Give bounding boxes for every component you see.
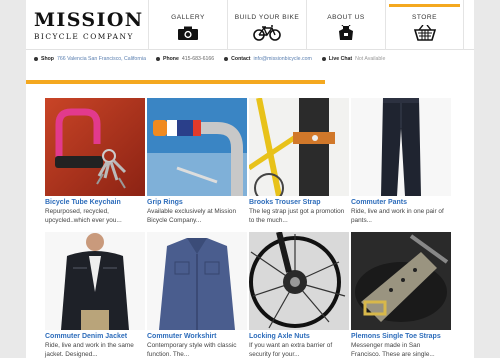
nav-about-label: ABOUT US xyxy=(327,14,365,21)
product-card[interactable]: Commuter Pants Ride, live and work in on… xyxy=(351,98,451,225)
basket-icon xyxy=(413,25,436,41)
bicycle-icon xyxy=(253,25,281,41)
product-title[interactable]: Brooks Trouser Strap xyxy=(249,199,349,206)
shop-info: Shop 766 Valencia San Francisco, Califor… xyxy=(34,56,146,62)
nav-store-label: STORE xyxy=(411,14,438,21)
product-image-pants[interactable] xyxy=(351,98,451,196)
shop-address-link[interactable]: 766 Valencia San Francisco, California xyxy=(57,56,146,62)
mail-icon xyxy=(224,57,229,61)
contact-email-link[interactable]: info@missionbicycle.com xyxy=(253,56,311,62)
product-description: Ride, live and work in one pair of pants… xyxy=(351,208,444,224)
product-image-toe-straps[interactable] xyxy=(351,232,451,330)
product-image-denim-jacket[interactable] xyxy=(45,232,145,330)
section-divider xyxy=(26,80,325,84)
nav-about-us[interactable]: ABOUT US xyxy=(306,0,385,50)
chat-icon xyxy=(321,57,326,61)
phone-info: Phone 415-683-6166 xyxy=(155,56,215,62)
logo[interactable]: MISSION BICYCLE COMPANY xyxy=(34,10,150,46)
product-image-keychain[interactable] xyxy=(45,98,145,196)
info-bar: Shop 766 Valencia San Francisco, Califor… xyxy=(26,52,474,66)
product-title[interactable]: Plemons Single Toe Straps xyxy=(351,333,451,340)
product-description: Ride, live and work in the same jacket. … xyxy=(45,342,134,358)
nav-build-your-bike[interactable]: BUILD YOUR BIKE xyxy=(227,0,306,50)
product-card[interactable]: Plemons Single Toe Straps Messenger made… xyxy=(351,232,451,358)
product-card[interactable]: Locking Axle Nuts If you want an extra b… xyxy=(249,232,349,358)
product-description: Available exclusively at Mission Bicycle… xyxy=(147,208,237,224)
product-description: Messenger made in San Francisco. These a… xyxy=(351,342,435,358)
product-title[interactable]: Commuter Denim Jacket xyxy=(45,333,145,340)
product-description: If you want an extra barrier of security… xyxy=(249,342,333,358)
nav-gallery-label: GALLERY xyxy=(171,14,205,21)
nav-gallery[interactable]: GALLERY xyxy=(148,0,227,50)
location-icon xyxy=(34,57,38,61)
product-image-trouser-strap[interactable] xyxy=(249,98,349,196)
header: MISSION BICYCLE COMPANY GALLERY BUILD YO… xyxy=(26,0,474,50)
product-image-grip-rings[interactable] xyxy=(147,98,247,196)
product-card[interactable]: Grip Rings Available exclusively at Miss… xyxy=(147,98,247,225)
logo-name: MISSION xyxy=(34,9,144,31)
nav-store[interactable]: STORE xyxy=(385,0,464,50)
contact-label: Contact xyxy=(231,56,251,62)
product-title[interactable]: Locking Axle Nuts xyxy=(249,333,349,340)
product-title[interactable]: Commuter Pants xyxy=(351,199,451,206)
product-title[interactable]: Commuter Workshirt xyxy=(147,333,247,340)
product-title[interactable]: Bicycle Tube Keychain xyxy=(45,199,145,206)
phone-label: Phone xyxy=(162,56,179,62)
phone-value: 415-683-6166 xyxy=(181,56,215,62)
main-nav: GALLERY BUILD YOUR BIKE ABOUT US STORE xyxy=(148,0,464,50)
product-image-workshirt[interactable] xyxy=(147,232,247,330)
product-card[interactable]: Commuter Workshirt Contemporary style wi… xyxy=(147,232,247,358)
live-chat-info[interactable]: Live Chat Not Available xyxy=(321,56,386,62)
nav-build-label: BUILD YOUR BIKE xyxy=(234,14,300,21)
contact-info: Contact info@missionbicycle.com xyxy=(224,56,312,62)
apron-icon xyxy=(339,25,353,40)
shop-label: Shop xyxy=(41,56,54,62)
live-chat-label: Live Chat xyxy=(328,56,353,62)
page: MISSION BICYCLE COMPANY GALLERY BUILD YO… xyxy=(26,0,474,358)
product-title[interactable]: Grip Rings xyxy=(147,199,247,206)
product-description: Contemporary style with classic function… xyxy=(147,342,237,358)
live-chat-status: Not Available xyxy=(355,56,386,62)
product-description: Repurposed, recycled, upcycled..which ev… xyxy=(45,208,122,224)
camera-icon xyxy=(178,26,198,40)
phone-icon xyxy=(155,57,160,61)
logo-tagline: BICYCLE COMPANY xyxy=(34,32,134,41)
product-card[interactable]: Commuter Denim Jacket Ride, live and wor… xyxy=(45,232,145,358)
product-card[interactable]: Brooks Trouser Strap The leg strap just … xyxy=(249,98,349,225)
product-card[interactable]: Bicycle Tube Keychain Repurposed, recycl… xyxy=(45,98,145,225)
product-image-axle-nuts[interactable] xyxy=(249,232,349,330)
product-description: The leg strap just got a promotion to th… xyxy=(249,208,345,224)
